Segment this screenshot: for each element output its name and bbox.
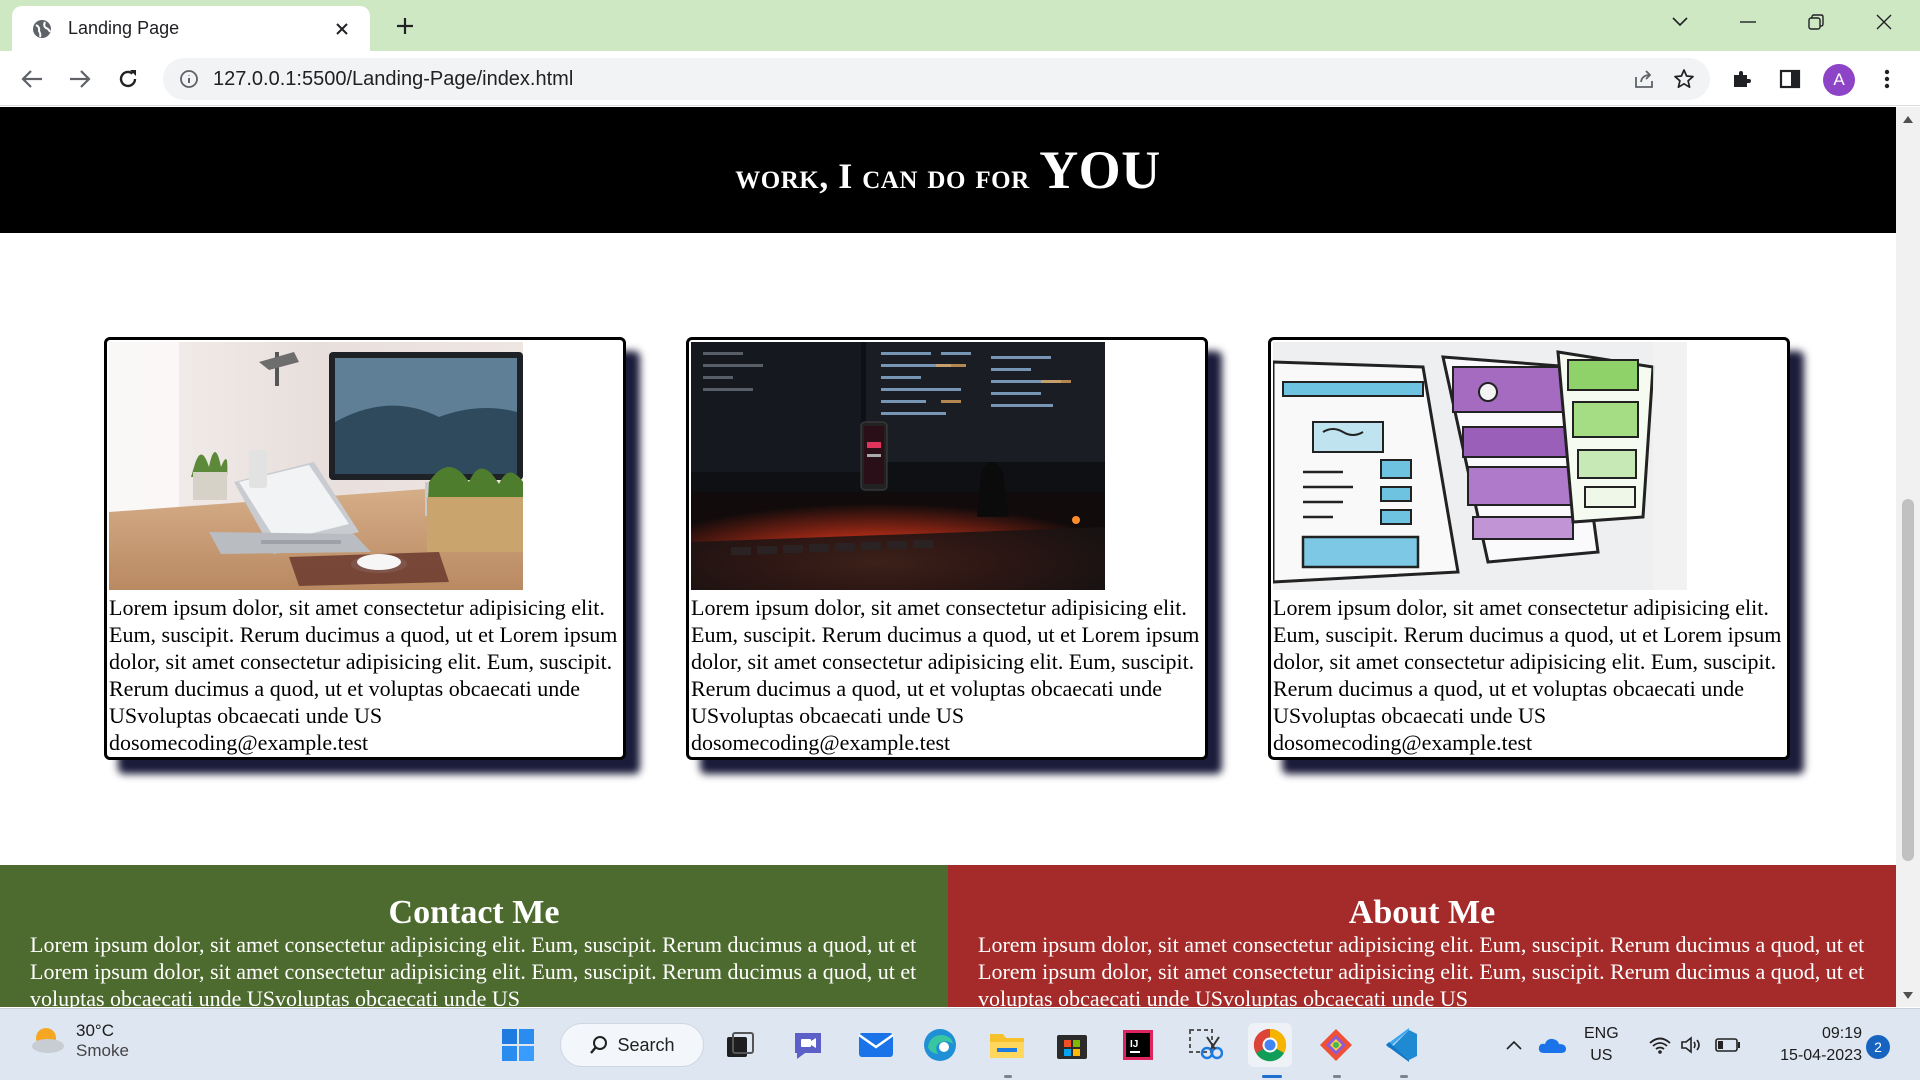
- intellij-icon[interactable]: IJ: [1116, 1023, 1160, 1067]
- star-icon[interactable]: [1664, 59, 1704, 99]
- chevron-up-icon[interactable]: [1500, 1009, 1528, 1081]
- search-label: Search: [617, 1034, 675, 1055]
- wifi-icon[interactable]: [1646, 1009, 1674, 1081]
- task-view-icon[interactable]: [718, 1023, 762, 1067]
- address-bar[interactable]: 127.0.0.1:5500/Landing-Page/index.html: [163, 58, 1710, 100]
- chevron-down-icon[interactable]: [1650, 0, 1710, 44]
- edge-icon[interactable]: [918, 1023, 962, 1067]
- extensions-icon[interactable]: [1724, 61, 1760, 97]
- chrome-icon[interactable]: [1248, 1023, 1292, 1067]
- url-text[interactable]: 127.0.0.1:5500/Landing-Page/index.html: [213, 68, 1624, 91]
- weather-condition: Smoke: [76, 1041, 129, 1060]
- tab-strip: Landing Page: [0, 0, 1920, 51]
- work-heading-emphasis: YOU: [1039, 140, 1161, 200]
- teams-meet-icon[interactable]: [786, 1023, 830, 1067]
- work-header: work, I can do for YOU: [0, 107, 1896, 233]
- language-line2: US: [1590, 1047, 1613, 1064]
- work-card: Lorem ipsum dolor, sit amet consectetur …: [104, 337, 626, 760]
- contact-text: Lorem ipsum dolor, sit amet consectetur …: [30, 932, 917, 1007]
- page-viewport: work, I can do for YOU Lorem ipsum dolor…: [0, 107, 1896, 1007]
- wireframe-sketch-photo: [1273, 342, 1687, 590]
- about-section: About Me Lorem ipsum dolor, sit amet con…: [948, 865, 1896, 1007]
- snipping-tool-icon[interactable]: [1183, 1023, 1227, 1067]
- about-text: Lorem ipsum dolor, sit amet consectetur …: [978, 932, 1865, 1007]
- search-icon: [589, 1035, 609, 1055]
- scrollbar-thumb[interactable]: [1902, 499, 1914, 861]
- code-screen-phone-photo: [691, 342, 1105, 590]
- work-card: Lorem ipsum dolor, sit amet consectetur …: [686, 337, 1208, 760]
- reload-icon[interactable]: [110, 61, 146, 97]
- onedrive-icon[interactable]: [1536, 1009, 1570, 1081]
- language-line1: ENG: [1584, 1025, 1619, 1042]
- scroll-up-arrow-icon[interactable]: [1902, 113, 1914, 125]
- scroll-down-arrow-icon[interactable]: [1902, 989, 1914, 1001]
- share-icon[interactable]: [1624, 59, 1664, 99]
- volume-icon[interactable]: [1678, 1009, 1706, 1081]
- restore-icon[interactable]: [1786, 0, 1846, 44]
- running-indicator: [1333, 1075, 1341, 1078]
- back-arrow-icon[interactable]: [14, 61, 50, 97]
- mail-icon[interactable]: [854, 1023, 898, 1067]
- work-heading-prefix: work, I can do for: [735, 156, 1030, 196]
- about-title: About Me: [1348, 894, 1496, 931]
- info-icon[interactable]: [177, 67, 201, 91]
- page-scrollbar[interactable]: [1896, 107, 1920, 1007]
- close-icon[interactable]: [328, 15, 356, 43]
- vscode-icon[interactable]: [1380, 1023, 1424, 1067]
- battery-icon[interactable]: [1712, 1009, 1744, 1081]
- desk-laptop-photo: [109, 342, 523, 590]
- weather-widget[interactable]: 30°C Smoke: [28, 1021, 129, 1061]
- windows-start-icon[interactable]: [496, 1023, 540, 1067]
- language-indicator[interactable]: ENG US: [1584, 1023, 1619, 1067]
- kebab-menu-icon[interactable]: [1869, 61, 1905, 97]
- active-indicator: [1262, 1075, 1282, 1078]
- globe-icon: [30, 17, 54, 41]
- browser-toolbar: 127.0.0.1:5500/Landing-Page/index.html A: [0, 51, 1920, 106]
- running-indicator: [1400, 1075, 1408, 1078]
- microsoft-store-icon[interactable]: [1050, 1023, 1094, 1067]
- work-card: Lorem ipsum dolor, sit amet consectetur …: [1268, 337, 1790, 760]
- windows-taskbar: 30°C Smoke Search IJ ENG US 09:19 15-04-…: [0, 1008, 1920, 1080]
- weather-temp: 30°C: [76, 1021, 114, 1040]
- git-icon[interactable]: [1314, 1023, 1358, 1067]
- clock-time: 09:19: [1821, 1025, 1862, 1042]
- tab-title: Landing Page: [68, 18, 180, 38]
- forward-arrow-icon[interactable]: [62, 61, 98, 97]
- clock-date: 15-04-2023: [1780, 1047, 1862, 1064]
- running-indicator: [1004, 1075, 1012, 1078]
- plus-icon[interactable]: [390, 11, 420, 41]
- profile-avatar[interactable]: A: [1823, 64, 1855, 96]
- contact-section: Contact Me Lorem ipsum dolor, sit amet c…: [0, 865, 948, 1007]
- minimize-icon[interactable]: [1718, 0, 1778, 44]
- contact-title: Contact Me: [388, 894, 560, 931]
- svg-text:IJ: IJ: [1130, 1039, 1138, 1050]
- work-heading: work, I can do for YOU: [735, 139, 1160, 201]
- side-panel-icon[interactable]: [1772, 61, 1808, 97]
- file-explorer-icon[interactable]: [985, 1023, 1029, 1067]
- window-close-icon[interactable]: [1854, 0, 1914, 44]
- weather-sun-icon: [28, 1022, 66, 1061]
- notification-badge[interactable]: 2: [1866, 1035, 1890, 1059]
- card-text: Lorem ipsum dolor, sit amet consectetur …: [109, 595, 618, 755]
- card-text: Lorem ipsum dolor, sit amet consectetur …: [1273, 595, 1782, 755]
- taskbar-search[interactable]: Search: [560, 1023, 704, 1067]
- system-clock[interactable]: 09:19 15-04-2023: [1762, 1023, 1862, 1067]
- card-text: Lorem ipsum dolor, sit amet consectetur …: [691, 595, 1200, 755]
- browser-tab[interactable]: Landing Page: [12, 6, 370, 51]
